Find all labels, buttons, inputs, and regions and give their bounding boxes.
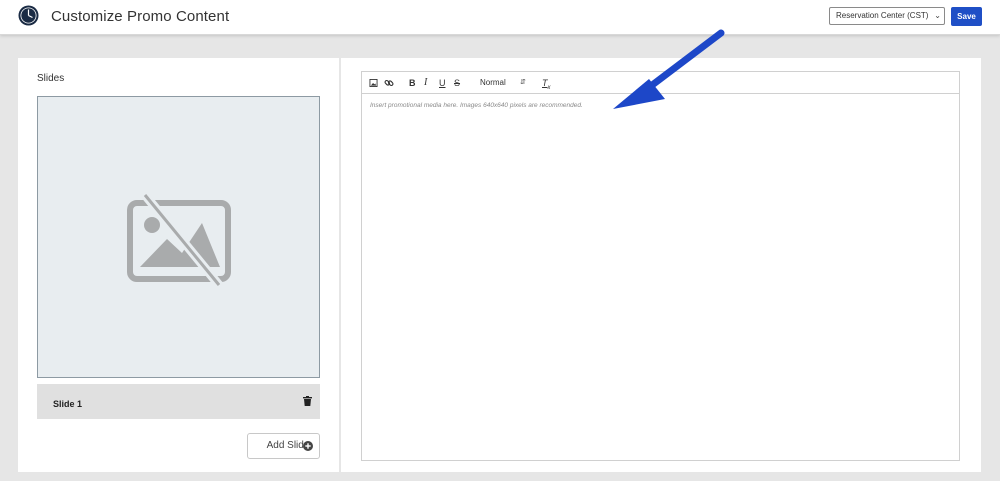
bold-button[interactable]: B [409,77,416,89]
strikethrough-button[interactable]: S [454,77,460,89]
location-select[interactable]: Reservation Center (CST) ⌄ [829,7,945,25]
editor-panel: B I U S Normal ⇵ Tx Insert promotional m… [341,58,981,472]
image-placeholder-icon [127,193,231,288]
plus-circle-icon [303,441,313,451]
clear-format-button[interactable]: Tx [542,77,551,91]
chevron-down-icon: ⌄ [934,11,941,20]
rich-text-editor[interactable]: B I U S Normal ⇵ Tx Insert promotional m… [361,71,960,461]
slide-item-label: Slide 1 [53,399,83,409]
slides-panel: Slides Slide 1 Add Slide [18,58,339,472]
trash-icon[interactable] [303,396,312,406]
up-down-chevron-icon: ⇵ [520,79,526,86]
slide-preview [37,96,320,378]
clock-logo-icon [18,5,39,26]
slide-item[interactable]: Slide 1 [37,384,320,419]
annotation-arrow-icon [613,29,725,109]
link-icon[interactable] [384,78,394,88]
location-select-value: Reservation Center (CST) [836,11,929,20]
add-slide-button[interactable]: Add Slide [247,433,320,459]
editor-placeholder: Insert promotional media here. Images 64… [370,102,583,109]
underline-button[interactable]: U [439,77,446,89]
slides-heading: Slides [37,73,65,84]
save-button[interactable]: Save [951,7,982,26]
italic-button[interactable]: I [424,77,427,89]
page-title: Customize Promo Content [51,8,230,25]
image-icon[interactable] [369,79,378,87]
top-bar: Customize Promo Content Reservation Cent… [0,0,1000,35]
